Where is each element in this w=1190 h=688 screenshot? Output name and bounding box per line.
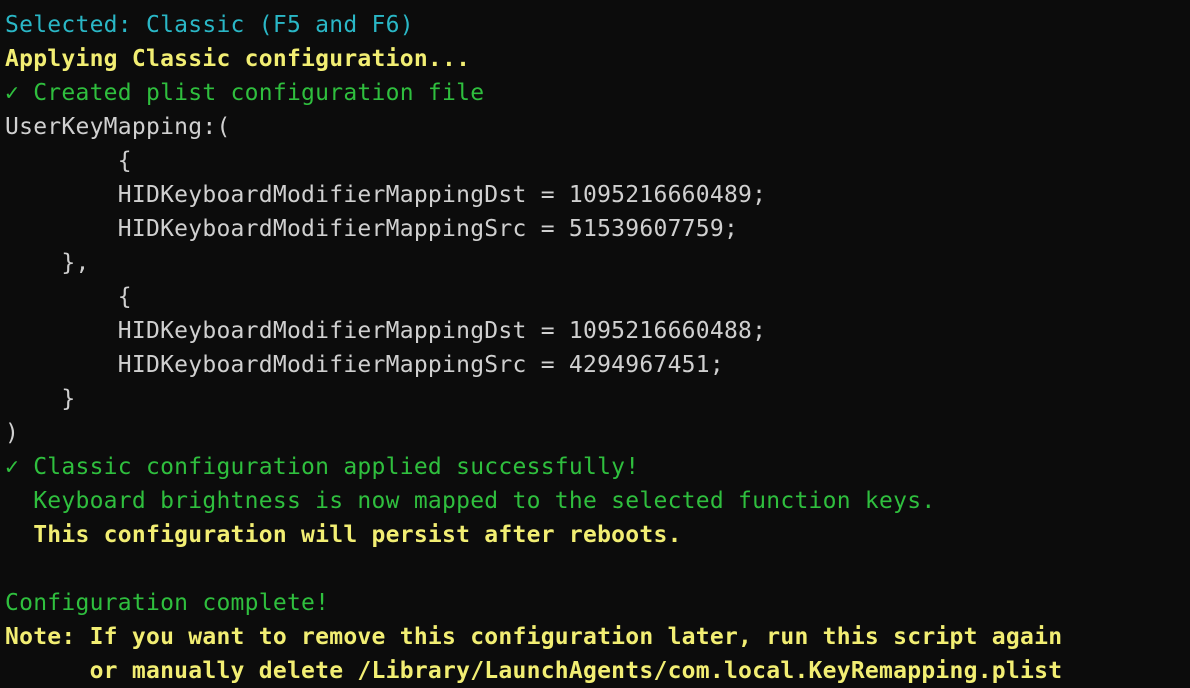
terminal-line-mapping-dst: HIDKeyboardModifierMappingDst = 10952166… [5,318,767,344]
terminal-line-created-plist: ✓ Created plist configuration file [5,80,485,106]
terminal-line-success: ✓ Classic configuration applied successf… [5,454,640,480]
terminal-line-open-brace: { [5,148,132,174]
terminal-line-persist-info: This configuration will persist after re… [5,522,682,548]
terminal-line-close-paren: ) [5,420,20,446]
terminal-line-mapping-dst: HIDKeyboardModifierMappingDst = 10952166… [5,182,767,208]
terminal-line-note-path: or manually delete /Library/LaunchAgents… [5,658,1063,684]
terminal-line-open-brace: { [5,284,132,310]
terminal-line-note: Note: If you want to remove this configu… [5,624,1063,650]
terminal-line-applying: Applying Classic configuration... [5,46,471,72]
terminal-line-close-brace: } [5,386,76,412]
terminal-output[interactable]: Selected: Classic (F5 and F6) Applying C… [0,0,1190,686]
terminal-line-selected: Selected: Classic (F5 and F6) [5,12,414,38]
terminal-line-mapping-src: HIDKeyboardModifierMappingSrc = 42949674… [5,352,724,378]
terminal-line-complete: Configuration complete! [5,590,330,616]
terminal-line-brightness-info: Keyboard brightness is now mapped to the… [5,488,936,514]
terminal-line-close-brace: }, [5,250,90,276]
terminal-line-mapping-src: HIDKeyboardModifierMappingSrc = 51539607… [5,216,739,242]
terminal-line-userkeymapping: UserKeyMapping:( [5,114,231,140]
